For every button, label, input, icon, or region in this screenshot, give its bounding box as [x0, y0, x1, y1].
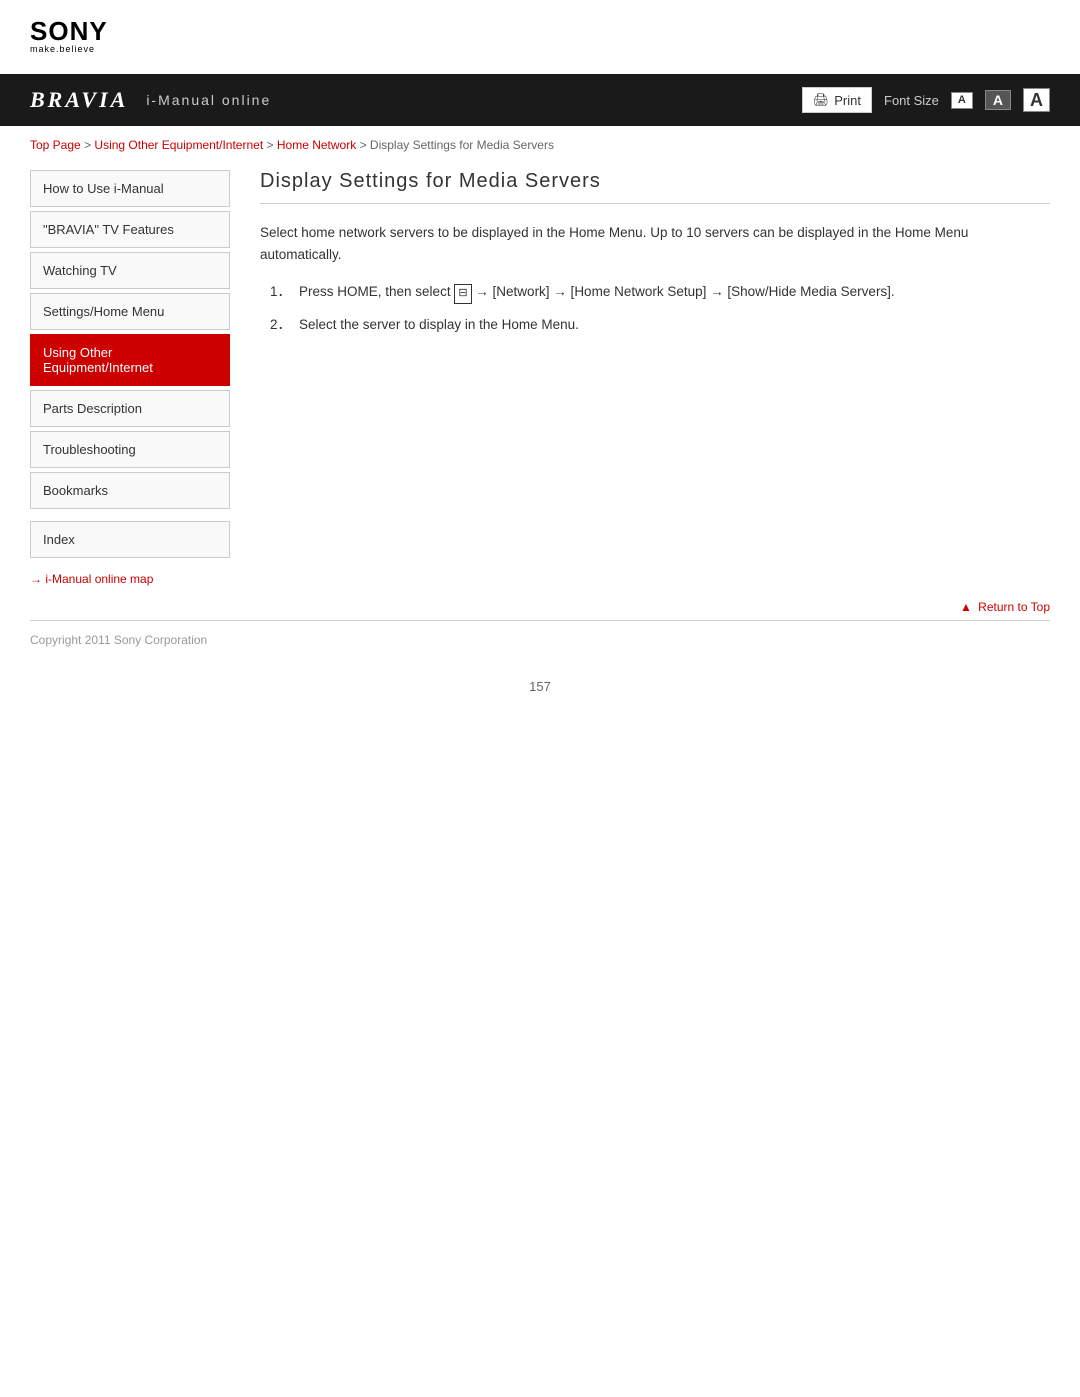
breadcrumb-sep3: >: [360, 138, 370, 152]
logo-area: SONY make.believe: [0, 0, 1080, 64]
step-1: 1． Press HOME, then select ⊟ → [Network]…: [270, 281, 1050, 304]
sidebar-item-watching-tv[interactable]: Watching TV: [30, 252, 230, 289]
copyright-area: Copyright 2011 Sony Corporation: [0, 621, 1080, 659]
sidebar-item-using-other[interactable]: Using Other Equipment/Internet: [30, 334, 230, 386]
breadcrumb-sep1: >: [84, 138, 94, 152]
sidebar-item-settings-home-menu[interactable]: Settings/Home Menu: [30, 293, 230, 330]
step-2: 2． Select the server to display in the H…: [270, 314, 1050, 336]
breadcrumb: Top Page > Using Other Equipment/Interne…: [0, 126, 1080, 160]
bravia-right: 🖨 Print Font Size A A A: [802, 87, 1050, 113]
print-button[interactable]: 🖨 Print: [802, 87, 872, 113]
sidebar-item-parts-description[interactable]: Parts Description: [30, 390, 230, 427]
sony-logo: SONY: [30, 18, 1050, 44]
sidebar-item-index[interactable]: Index: [30, 521, 230, 558]
breadcrumb-using-other[interactable]: Using Other Equipment/Internet: [94, 138, 263, 152]
bravia-bar: BRAVIA i-Manual online 🖨 Print Font Size…: [0, 74, 1080, 126]
print-icon: 🖨: [813, 92, 830, 108]
copyright-text: Copyright 2011 Sony Corporation: [30, 633, 207, 647]
breadcrumb-home-network[interactable]: Home Network: [277, 138, 356, 152]
print-label: Print: [834, 93, 861, 108]
content-intro: Select home network servers to be displa…: [260, 222, 1050, 265]
triangle-up-icon: ▲: [960, 600, 972, 614]
breadcrumb-top-page[interactable]: Top Page: [30, 138, 81, 152]
bravia-left: BRAVIA i-Manual online: [30, 87, 271, 113]
return-top-label: Return to Top: [978, 600, 1050, 614]
sidebar: How to Use i-Manual "BRAVIA" TV Features…: [30, 170, 230, 586]
page-title: Display Settings for Media Servers: [260, 170, 1050, 204]
content-area: Display Settings for Media Servers Selec…: [260, 160, 1050, 586]
imanual-label: i-Manual online: [146, 92, 271, 108]
sidebar-item-bookmarks[interactable]: Bookmarks: [30, 472, 230, 509]
page-number-area: 157: [0, 659, 1080, 724]
font-size-small-button[interactable]: A: [951, 92, 973, 109]
bravia-logo: BRAVIA: [30, 87, 128, 113]
step-2-number: 2．: [270, 314, 291, 336]
font-size-medium-button[interactable]: A: [985, 90, 1011, 110]
breadcrumb-current: Display Settings for Media Servers: [370, 138, 554, 152]
step-1-number: 1．: [270, 281, 291, 304]
sidebar-item-how-to-use[interactable]: How to Use i-Manual: [30, 170, 230, 207]
network-icon: ⊟: [454, 284, 471, 304]
step-2-text: Select the server to display in the Home…: [299, 314, 579, 336]
imanual-map-label: i-Manual online map: [45, 572, 153, 586]
sidebar-item-bravia-features[interactable]: "BRAVIA" TV Features: [30, 211, 230, 248]
imanual-map-link[interactable]: → i-Manual online map: [30, 572, 230, 586]
font-size-label: Font Size: [884, 93, 939, 108]
main-layout: How to Use i-Manual "BRAVIA" TV Features…: [0, 160, 1080, 586]
return-to-top-link[interactable]: ▲ Return to Top: [960, 600, 1050, 614]
footer-area: ▲ Return to Top: [0, 586, 1080, 620]
sidebar-item-troubleshooting[interactable]: Troubleshooting: [30, 431, 230, 468]
step-1-text: Press HOME, then select ⊟ → [Network] → …: [299, 281, 895, 304]
breadcrumb-sep2: >: [267, 138, 277, 152]
page-number: 157: [529, 679, 551, 694]
sony-tagline: make.believe: [30, 44, 1050, 54]
steps-list: 1． Press HOME, then select ⊟ → [Network]…: [270, 281, 1050, 335]
font-size-large-button[interactable]: A: [1023, 88, 1050, 112]
arrow-right-icon: →: [30, 572, 45, 586]
